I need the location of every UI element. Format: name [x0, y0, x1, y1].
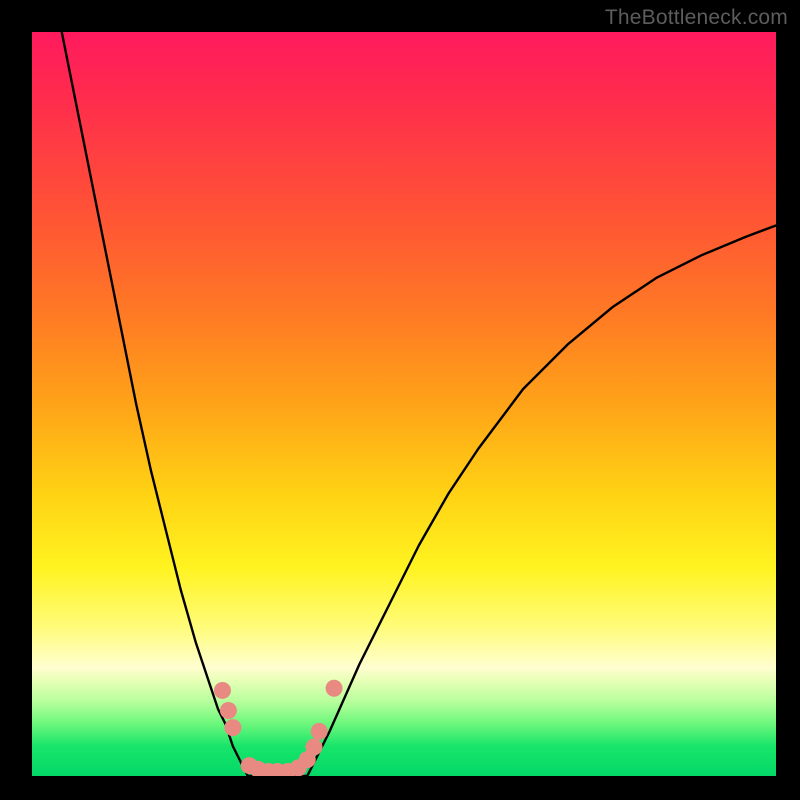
data-marker — [311, 723, 328, 740]
data-marker — [220, 702, 237, 719]
watermark-text: TheBottleneck.com — [605, 6, 788, 30]
data-marker — [214, 682, 231, 699]
data-marker — [305, 738, 322, 755]
chart-frame: TheBottleneck.com — [0, 0, 800, 800]
bottleneck-curve — [62, 32, 776, 776]
marker-group — [214, 680, 343, 776]
chart-svg — [32, 32, 776, 776]
data-marker — [224, 719, 241, 736]
curve-group — [62, 32, 776, 776]
plot-area — [32, 32, 776, 776]
data-marker — [326, 680, 343, 697]
